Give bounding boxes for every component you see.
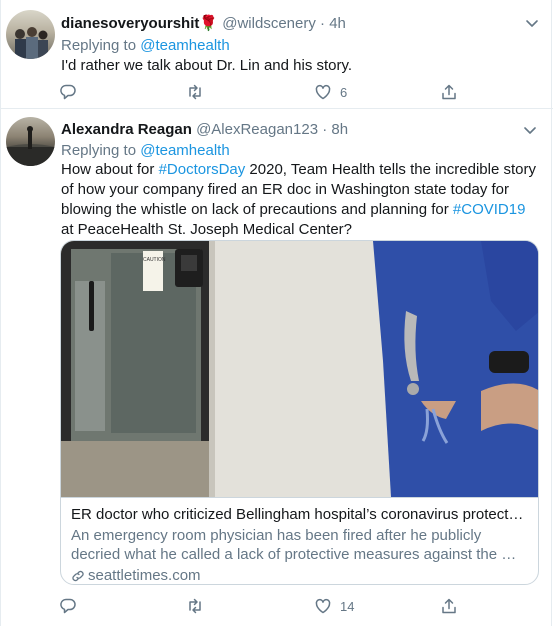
reply-icon (60, 598, 76, 614)
tweet-text: How about for #DoctorsDay 2020, Team Hea… (61, 160, 541, 240)
retweet-button[interactable] (186, 82, 212, 102)
reply-button[interactable] (59, 596, 85, 616)
timeline: dianesoveryourshit🌹 @wildscenery · 4h Re… (0, 0, 553, 626)
tweet-text: I'd rather we talk about Dr. Lin and his… (61, 57, 353, 74)
caret-down-icon[interactable] (525, 17, 539, 31)
text-part: How about for (61, 161, 159, 178)
rose-emoji: 🌹 (199, 15, 219, 32)
share-icon (442, 598, 456, 614)
avatar[interactable] (6, 117, 55, 166)
tweet-actions: 14 (57, 596, 457, 616)
retweet-icon (189, 84, 201, 100)
card-image: CAUTION (61, 241, 538, 497)
separator-dot: · (320, 15, 326, 32)
card-photo (61, 241, 538, 497)
tweet[interactable]: dianesoveryourshit🌹 @wildscenery · 4h Re… (1, 0, 553, 109)
share-icon (442, 84, 456, 100)
tweet-header: Alexandra Reagan @AlexReagan123 · 8h (61, 121, 348, 138)
caution-sign: CAUTION (143, 257, 166, 263)
mention-link[interactable]: @teamhealth (140, 37, 229, 54)
replying-to: Replying to @teamhealth (61, 142, 230, 159)
card-domain-text: seattletimes.com (88, 567, 201, 584)
replying-label: Replying to (61, 37, 137, 54)
hashtag-link[interactable]: #DoctorsDay (159, 161, 246, 178)
separator-dot: · (322, 121, 328, 138)
timestamp[interactable]: 4h (329, 15, 346, 32)
tweet-actions: 6 (57, 82, 457, 102)
hashtag-link[interactable]: #COVID19 (453, 201, 526, 218)
display-name[interactable]: dianesoveryourshit (61, 15, 199, 32)
replying-to: Replying to @teamhealth (61, 37, 230, 54)
card-title[interactable]: ER doctor who criticized Bellingham hosp… (71, 506, 530, 523)
share-button[interactable] (440, 596, 458, 616)
caret-down-icon[interactable] (523, 124, 537, 138)
display-name[interactable]: Alexandra Reagan (61, 121, 192, 138)
reply-icon (60, 84, 76, 100)
like-button[interactable]: 6 (314, 82, 347, 102)
reply-button[interactable] (59, 82, 85, 102)
link-card[interactable]: CAUTION ER doctor who criticized Belling… (60, 240, 539, 585)
like-count: 14 (340, 598, 355, 614)
card-domain: seattletimes.com (71, 567, 530, 584)
avatar-photo (6, 126, 55, 166)
avatar[interactable] (6, 10, 55, 59)
like-icon (315, 84, 331, 100)
avatar-photo (15, 27, 48, 59)
retweet-icon (189, 598, 201, 614)
link-icon (72, 570, 84, 581)
handle[interactable]: @AlexReagan123 (196, 121, 318, 138)
card-description: An emergency room physician has been fir… (71, 527, 517, 563)
tweet-header: dianesoveryourshit🌹 @wildscenery · 4h (61, 14, 346, 32)
timestamp[interactable]: 8h (331, 121, 348, 138)
like-icon (315, 598, 331, 614)
like-button[interactable]: 14 (314, 596, 354, 616)
retweet-button[interactable] (186, 596, 212, 616)
handle[interactable]: @wildscenery (222, 15, 316, 32)
card-body: ER doctor who criticized Bellingham hosp… (61, 497, 538, 584)
share-button[interactable] (440, 82, 458, 102)
like-count: 6 (340, 84, 348, 100)
mention-link[interactable]: @teamhealth (140, 142, 229, 159)
replying-label: Replying to (61, 142, 137, 159)
text-part: at PeaceHealth St. Joseph Medical Center… (61, 221, 352, 238)
